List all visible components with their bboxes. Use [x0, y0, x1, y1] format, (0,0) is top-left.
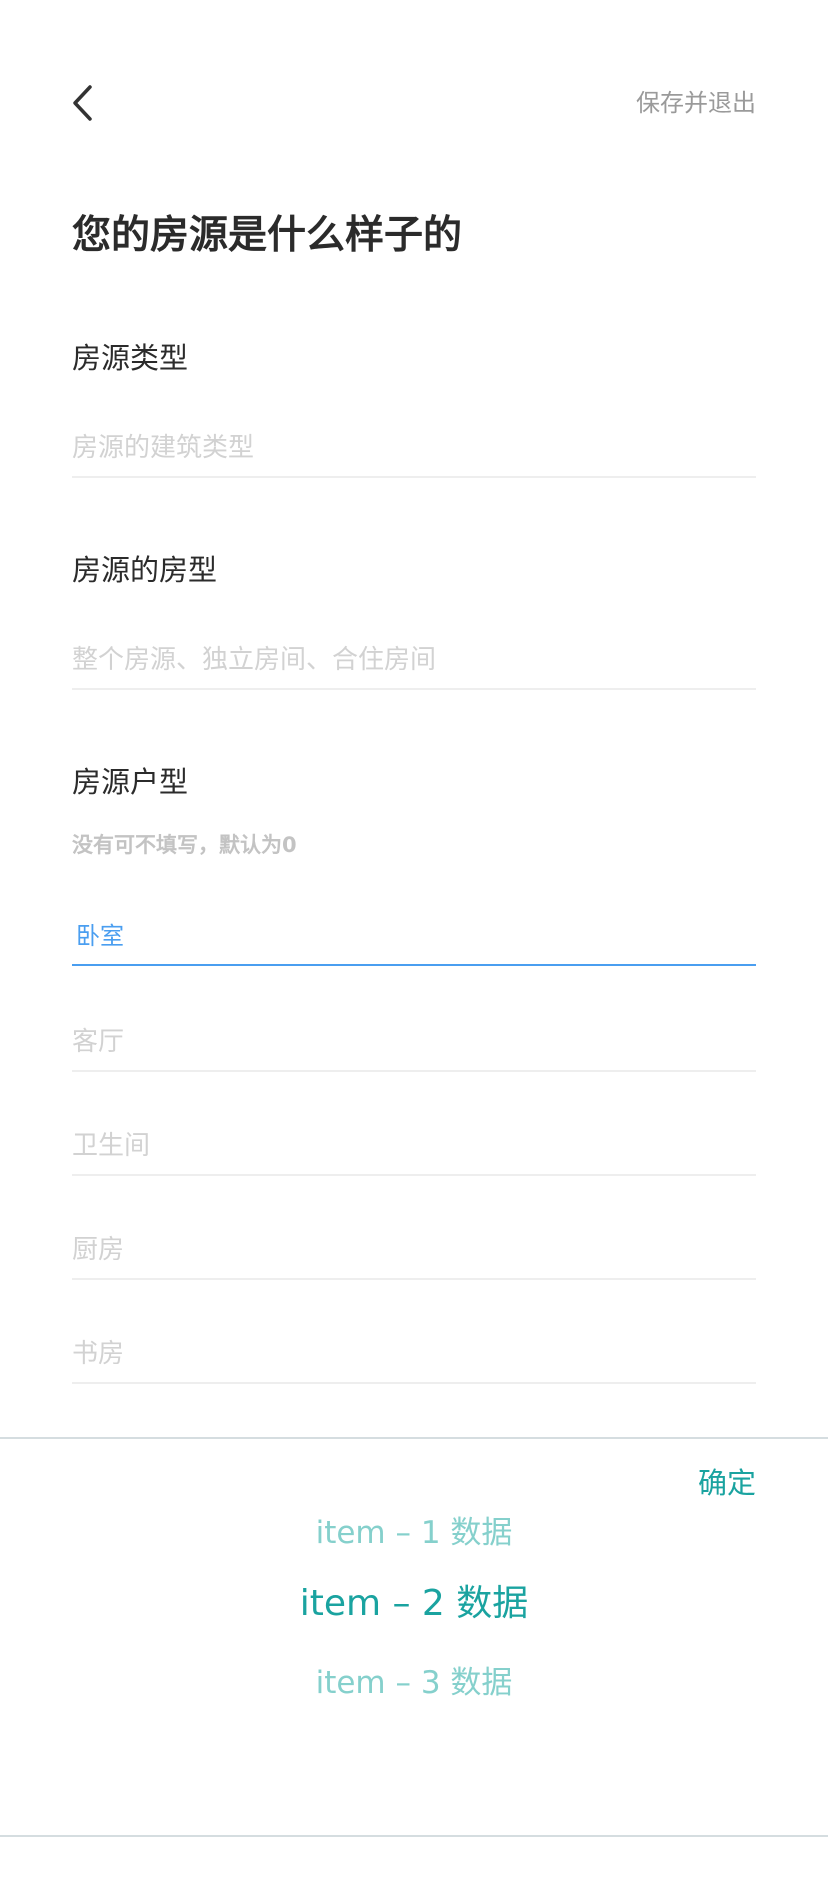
- property-type-placeholder: 房源的建筑类型: [72, 433, 255, 463]
- bathroom-field[interactable]: 卫生间: [72, 1118, 756, 1176]
- property-type-label: 房源类型: [72, 341, 189, 375]
- kitchen-placeholder: 厨房: [72, 1235, 125, 1265]
- room-type-label: 房源的房型: [72, 553, 218, 587]
- living-room-field[interactable]: 客厅: [72, 1014, 756, 1072]
- room-type-field[interactable]: 整个房源、独立房间、合住房间: [72, 632, 756, 690]
- picker-item[interactable]: item – 1 数据: [0, 1511, 828, 1555]
- property-type-field[interactable]: 房源的建筑类型: [72, 420, 756, 478]
- bedroom-field[interactable]: 卧室: [72, 908, 756, 966]
- save-and-exit-button[interactable]: 保存并退出: [636, 86, 756, 120]
- layout-label: 房源户型: [72, 765, 189, 799]
- kitchen-field[interactable]: 厨房: [72, 1222, 756, 1280]
- bedroom-label: 卧室: [76, 922, 124, 950]
- picker-panel: 确定 item – 1 数据 item – 2 数据 item – 3 数据: [0, 1437, 828, 1839]
- living-room-placeholder: 客厅: [72, 1027, 125, 1057]
- picker-item-selected[interactable]: item – 2 数据: [0, 1582, 828, 1626]
- room-type-placeholder: 整个房源、独立房间、合住房间: [72, 645, 437, 675]
- study-placeholder: 书房: [72, 1339, 125, 1369]
- page-title: 您的房源是什么样子的: [72, 213, 463, 258]
- study-field[interactable]: 书房: [72, 1326, 756, 1384]
- confirm-button[interactable]: 确定: [698, 1463, 756, 1503]
- bottom-divider: [0, 1835, 828, 1837]
- layout-hint: 没有可不填写，默认为0: [72, 833, 297, 857]
- chevron-left-icon: [71, 84, 93, 126]
- bathroom-placeholder: 卫生间: [72, 1131, 151, 1161]
- picker-item[interactable]: item – 3 数据: [0, 1661, 828, 1705]
- back-button[interactable]: [62, 80, 102, 130]
